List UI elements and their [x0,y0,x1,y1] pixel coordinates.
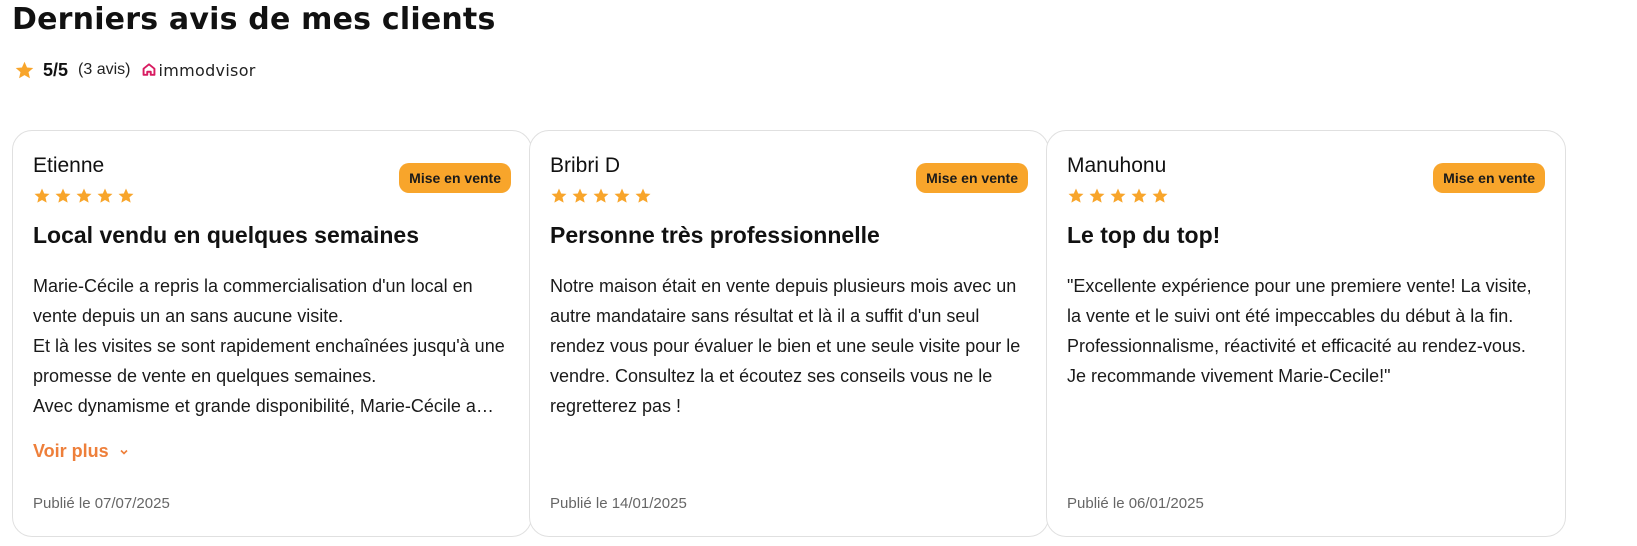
review-date: Publié le 14/01/2025 [550,495,687,512]
immodvisor-icon [143,63,156,76]
page-title: Derniers avis de mes clients [12,2,496,37]
immodvisor-name: immodvisor [158,60,256,80]
review-card: Manuhonu Mise en vente Le top du top! "E… [1046,130,1566,537]
rating-score: 5/5 [43,59,69,80]
star-icon [572,188,588,203]
star-icon [15,61,34,78]
star-icon [97,188,113,203]
review-title: Local vendu en quelques semaines [33,222,420,248]
star-icon [1110,188,1126,203]
review-stars [550,187,652,205]
review-author: Bribri D [550,154,621,177]
star-icon [55,188,71,203]
review-author: Manuhonu [1067,154,1167,177]
star-icon [1152,188,1168,203]
review-body: "Excellente expérience pour une premiere… [1067,276,1532,386]
review-title: Personne très professionnelle [550,222,880,248]
category-badge: Mise en vente [916,163,1028,193]
star-icon [635,188,651,203]
star-icon [34,188,50,203]
star-icon [76,188,92,203]
review-body: Notre maison était en vente depuis plusi… [550,276,1021,416]
rating-count: (3 avis) [78,61,131,78]
star-icon [1089,188,1105,203]
rating-summary: 5/5 (3 avis) immodvisor [14,58,256,82]
star-icon [551,188,567,203]
star-icon [593,188,609,203]
star-icon [614,188,630,203]
review-author: Etienne [33,154,105,177]
see-more-label: Voir plus [33,441,109,461]
review-stars [33,187,135,205]
review-card: Etienne Mise en vente Local vendu en que… [12,130,532,537]
see-more-button[interactable]: Voir plus [33,441,129,462]
review-card: Bribri D Mise en vente Personne très pro… [529,130,1049,537]
category-badge: Mise en vente [399,163,511,193]
chevron-down-icon [120,449,128,455]
review-date: Publié le 06/01/2025 [1067,495,1204,512]
review-date: Publié le 07/07/2025 [33,495,170,512]
star-icon [1068,188,1084,203]
star-icon [1131,188,1147,203]
review-body: Marie-Cécile a repris la commercialisati… [33,276,505,416]
category-badge: Mise en vente [1433,163,1545,193]
review-title: Le top du top! [1067,222,1221,248]
star-icon [118,188,134,203]
review-stars [1067,187,1169,205]
immodvisor-logo[interactable]: immodvisor [142,61,255,80]
